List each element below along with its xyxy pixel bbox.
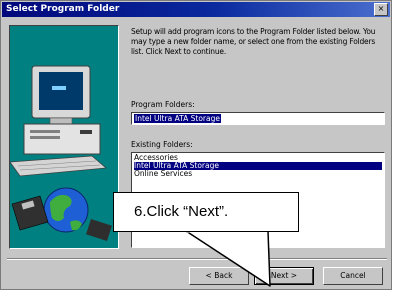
callout-text: 6.Click “Next”. [134,203,229,220]
callout-pointer [185,229,271,287]
callout-box: 6.Click “Next”. [113,192,299,232]
